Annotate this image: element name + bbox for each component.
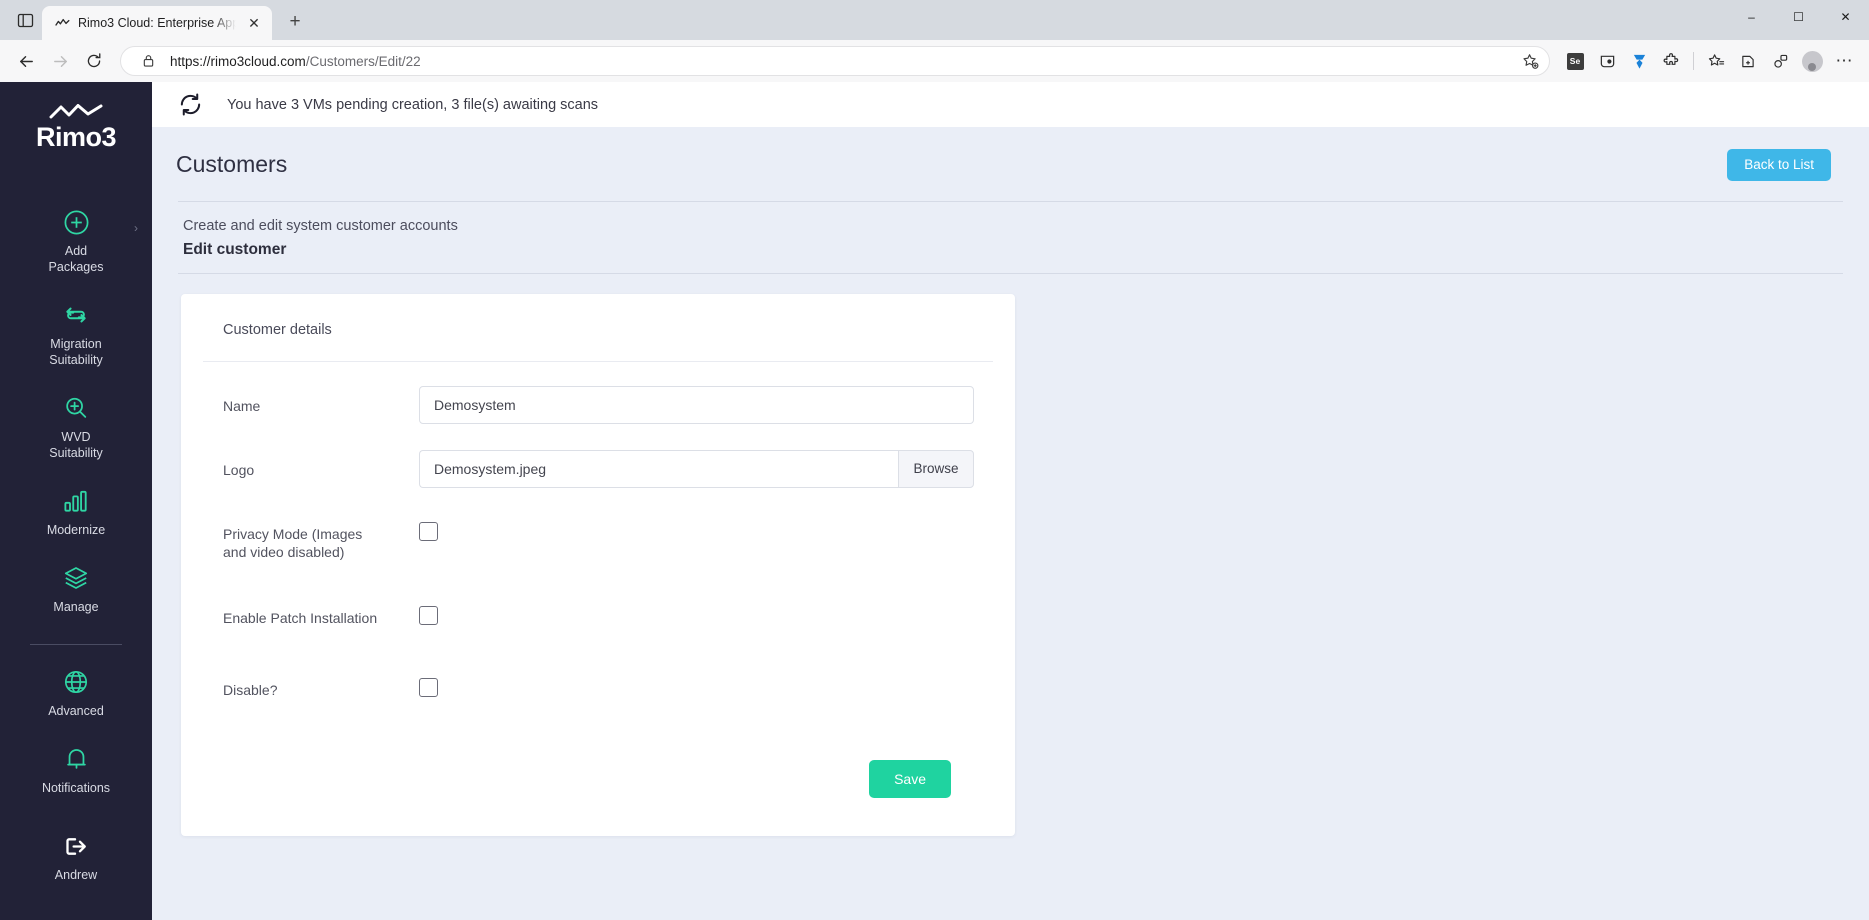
sidebar-item-label: Advanced [48, 703, 104, 719]
app-logo-text: Rimo3 [36, 124, 116, 151]
sidebar-item-advanced[interactable]: Advanced [0, 655, 152, 732]
section-title: Edit customer [183, 241, 1843, 259]
toolbar-divider [1693, 52, 1694, 70]
sidebar: Rimo3 AddPackages › [0, 82, 152, 920]
disable-checkbox[interactable] [419, 678, 438, 697]
name-label: Name [223, 386, 419, 416]
sidebar-item-label: Notifications [42, 780, 110, 796]
bar-chart-icon [63, 487, 89, 515]
logout-icon [64, 832, 89, 860]
settings-more-icon[interactable]: ⋯ [1829, 46, 1859, 76]
close-window-icon[interactable]: ✕ [1822, 0, 1869, 34]
plus-circle-icon [63, 208, 90, 236]
layers-stack-icon [63, 564, 89, 592]
sync-refresh-icon[interactable] [178, 92, 203, 117]
forward-arrow-icon [44, 45, 76, 77]
address-bar[interactable]: https://rimo3cloud.com/Customers/Edit/22 [120, 46, 1550, 76]
refresh-cycle-icon [63, 301, 89, 329]
logo-file-group: Browse [419, 450, 974, 488]
extensions-puzzle-icon[interactable] [1656, 46, 1686, 76]
selenium-extension-icon[interactable]: Se [1560, 46, 1590, 76]
browser-window: Rimo3 Cloud: Enterprise Applica ✕ + – ☐ … [0, 0, 1869, 920]
card-title: Customer details [223, 322, 332, 338]
page-header: Customers Back to List [152, 127, 1869, 201]
split-screen-icon[interactable] [1765, 46, 1795, 76]
sidebar-item-label: Andrew [55, 867, 97, 883]
maximize-icon[interactable]: ☐ [1775, 0, 1822, 34]
app-viewport: Rimo3 AddPackages › [0, 82, 1869, 920]
form-actions: Save [223, 742, 973, 798]
page-title: Customers [176, 151, 287, 178]
main-content: You have 3 VMs pending creation, 3 file(… [152, 82, 1869, 920]
sidebar-item-add-packages[interactable]: AddPackages › [0, 195, 152, 288]
card-header: Customer details [181, 294, 1015, 361]
browser-tab[interactable]: Rimo3 Cloud: Enterprise Applica ✕ [42, 6, 272, 40]
magnifier-plus-icon [63, 394, 89, 422]
app-logo[interactable]: Rimo3 [36, 104, 116, 151]
globe-icon [63, 668, 89, 696]
page-area: Customers Back to List Create and edit s… [152, 127, 1869, 920]
customer-form: Name Logo Browse [181, 362, 1015, 798]
sidebar-item-wvd-suitability[interactable]: WVDSuitability [0, 381, 152, 474]
sidebar-item-migration-suitability[interactable]: MigrationSuitability [0, 288, 152, 381]
url-path: /Customers/Edit/22 [306, 54, 421, 69]
new-tab-button[interactable]: + [280, 7, 310, 37]
sidebar-item-user-andrew[interactable]: Andrew [0, 819, 152, 896]
status-banner-text: You have 3 VMs pending creation, 3 file(… [227, 97, 598, 113]
form-row-name: Name [223, 386, 973, 440]
tab-title: Rimo3 Cloud: Enterprise Applica [78, 16, 236, 30]
logo-label: Logo [223, 450, 419, 480]
browser-titlebar: Rimo3 Cloud: Enterprise Applica ✕ + – ☐ … [0, 0, 1869, 40]
sidebar-item-label: Manage [53, 599, 98, 615]
window-controls: – ☐ ✕ [1728, 0, 1869, 34]
customer-details-card: Customer details Name Logo [181, 294, 1015, 836]
header-divider-bottom [178, 273, 1843, 274]
sidebar-item-notifications[interactable]: Notifications [0, 732, 152, 809]
award-medal-icon[interactable] [1624, 46, 1654, 76]
favorites-star-list-icon[interactable] [1701, 46, 1731, 76]
privacy-mode-checkbox[interactable] [419, 522, 438, 541]
back-to-list-button[interactable]: Back to List [1727, 149, 1831, 181]
form-row-disable: Disable? [223, 670, 973, 732]
chevron-right-icon: › [134, 221, 138, 235]
page-description: Create and edit system customer accounts [183, 218, 1843, 234]
minimize-icon[interactable]: – [1728, 0, 1775, 34]
sidebar-item-manage[interactable]: Manage [0, 551, 152, 628]
form-row-logo: Logo Browse [223, 450, 973, 504]
browse-button[interactable]: Browse [898, 450, 974, 488]
selenium-badge-label: Se [1567, 53, 1584, 70]
sidebar-item-label: AddPackages [49, 243, 104, 275]
back-arrow-icon[interactable] [10, 45, 42, 77]
sidebar-item-modernize[interactable]: Modernize [0, 474, 152, 551]
close-icon[interactable]: ✕ [244, 13, 264, 33]
bell-icon [64, 745, 89, 773]
form-row-enable-patch: Enable Patch Installation [223, 598, 973, 660]
enable-patch-checkbox[interactable] [419, 606, 438, 625]
form-row-privacy-mode: Privacy Mode (Imagesand video disabled) [223, 514, 973, 588]
logo-filename-input[interactable] [419, 450, 898, 488]
enable-patch-label: Enable Patch Installation [223, 598, 419, 628]
sidebar-item-label: MigrationSuitability [49, 336, 103, 368]
rimo3-mountain-favicon [54, 15, 70, 31]
sidebar-item-label: WVDSuitability [49, 429, 103, 461]
address-bar-url: https://rimo3cloud.com/Customers/Edit/22 [170, 54, 421, 69]
browser-toolbar: https://rimo3cloud.com/Customers/Edit/22… [0, 40, 1869, 82]
disable-label: Disable? [223, 670, 419, 700]
tab-actions-icon[interactable] [8, 3, 42, 37]
sidebar-divider [30, 644, 122, 645]
page-subheader: Create and edit system customer accounts… [152, 202, 1869, 273]
reload-icon[interactable] [78, 45, 110, 77]
status-banner: You have 3 VMs pending creation, 3 file(… [152, 82, 1869, 127]
avatar [1802, 51, 1823, 72]
sidebar-item-label: Modernize [47, 522, 105, 538]
lock-icon [135, 48, 161, 74]
url-host: https://rimo3cloud.com [170, 54, 306, 69]
privacy-mode-label: Privacy Mode (Imagesand video disabled) [223, 514, 419, 563]
extension-pocket-icon[interactable] [1592, 46, 1622, 76]
profile-avatar-icon[interactable] [1797, 46, 1827, 76]
save-button[interactable]: Save [869, 760, 951, 798]
name-input[interactable] [419, 386, 974, 424]
collections-icon[interactable] [1733, 46, 1763, 76]
add-favorite-star-icon[interactable] [1517, 48, 1543, 74]
